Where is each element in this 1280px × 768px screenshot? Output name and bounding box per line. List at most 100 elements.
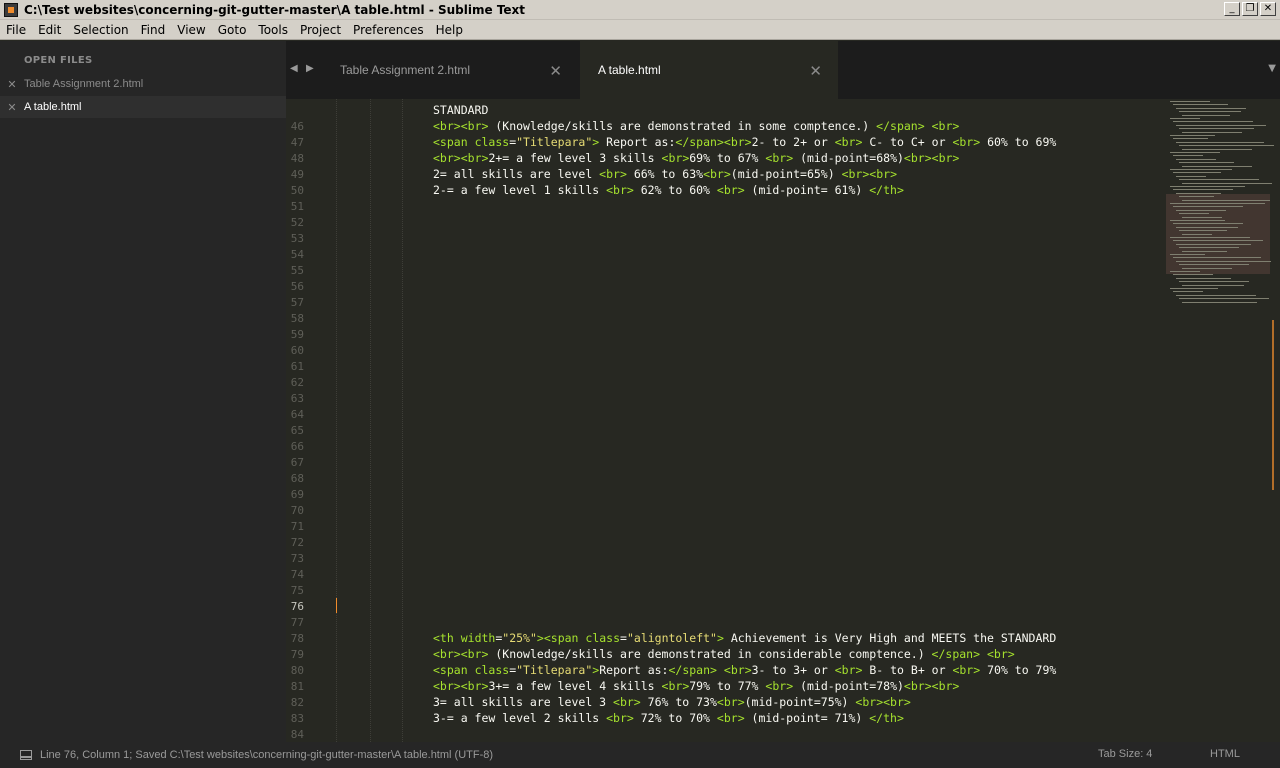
minimap-line [1179,298,1269,300]
menu-edit[interactable]: Edit [32,23,67,37]
tab-a-table[interactable]: A table.html ✕ [580,41,838,99]
panel-toggle-icon[interactable] [20,750,32,760]
minimap-line [1182,301,1257,303]
syntax-indicator[interactable]: HTML [1210,748,1240,760]
minimap-line [1170,135,1215,136]
sidebar-file-a-table[interactable]: ✕ A table.html [0,96,286,118]
tab-size-indicator[interactable]: Tab Size: 4 [1098,748,1152,760]
indent-guide [402,99,403,742]
minimap-line [1176,243,1251,245]
line-number: 78 [290,632,304,645]
line-number: 83 [290,712,304,725]
code-line: 3= all skills are level 3 <br> 76% to 73… [433,695,911,709]
line-number: 56 [290,280,304,293]
tab-bar: ◀ ▶ Table Assignment 2.html ✕ A table.ht… [286,41,1280,99]
line-number-gutter: 46 47 48 49 50 51 52 53 54 55 56 57 58 59 60 61 62 63 64 65… [286,99,332,742]
minimap-line [1170,254,1205,255]
tab-next-icon[interactable]: ▶ [306,63,314,74]
minimap-line [1176,141,1264,143]
minimap-line [1170,186,1245,187]
minimap-line [1182,233,1212,235]
line-number: 51 [290,200,304,213]
minimap-line [1179,179,1259,181]
minimap-line [1173,274,1213,276]
minimap-line [1173,189,1233,191]
line-number: 57 [290,296,304,309]
close-tab-icon[interactable]: ✕ [549,62,562,80]
code-line: <br><br>2+= a few level 3 skills <br>69%… [433,151,960,165]
line-number: 55 [290,264,304,277]
minimap-line [1179,281,1249,283]
code-line: 2-= a few level 1 skills <br> 62% to 60%… [433,183,904,197]
maximize-button[interactable]: ❐ [1242,2,1258,16]
minimap-line [1182,199,1270,201]
tab-label: A table.html [598,63,661,77]
window-title: C:\Test websites\concerning-git-gutter-m… [24,2,526,17]
sidebar: OPEN FILES ✕ Table Assignment 2.html ✕ A… [0,41,286,742]
sublime-app-icon [4,2,18,17]
tab-list-dropdown-icon[interactable]: ▼ [1268,63,1276,74]
minimap-line [1170,271,1200,272]
line-number: 58 [290,312,304,325]
line-number: 66 [290,440,304,453]
line-number: 67 [290,456,304,469]
minimap-line [1182,216,1222,218]
code-area[interactable]: STANDARD <br><br> (Knowledge/skills are d… [433,99,1166,742]
close-file-icon[interactable]: ✕ [0,101,24,114]
close-file-icon[interactable]: ✕ [0,78,24,91]
minimap-line [1170,203,1265,204]
minimap-line [1182,250,1227,252]
code-line: <span class="Titlepara">Report as:</span… [433,663,1057,677]
minimap[interactable] [1166,99,1274,742]
line-number: 82 [290,696,304,709]
minimap-line [1179,247,1239,249]
code-line: <br><br>3+= a few level 4 skills <br>79%… [433,679,960,693]
minimap-line [1179,230,1227,232]
minimize-button[interactable]: _ [1224,2,1240,16]
sidebar-file-table-assignment-2[interactable]: ✕ Table Assignment 2.html [0,73,286,95]
minimap-line [1173,104,1228,106]
line-number: 73 [290,552,304,565]
close-tab-icon[interactable]: ✕ [809,62,822,80]
minimap-line [1182,114,1230,116]
minimap-line [1179,128,1254,130]
sidebar-file-label: Table Assignment 2.html [24,78,144,90]
line-number: 77 [290,616,304,629]
minimap-line [1173,291,1203,293]
menu-view[interactable]: View [171,23,211,37]
close-window-button[interactable]: ✕ [1260,2,1276,16]
code-line: 2= all skills are level <br> 66% to 63%<… [433,167,897,181]
minimap-line [1176,209,1226,211]
minimap-line [1176,124,1266,126]
line-number: 71 [290,520,304,533]
menu-project[interactable]: Project [294,23,347,37]
minimap-line [1176,277,1231,279]
menu-preferences[interactable]: Preferences [347,23,430,37]
minimap-line [1179,145,1274,147]
menu-help[interactable]: Help [430,23,469,37]
code-line: 3-= a few level 2 skills <br> 72% to 70%… [433,711,904,725]
line-number: 70 [290,504,304,517]
vertical-scrollbar[interactable] [1272,320,1274,490]
minimap-line [1176,175,1206,177]
tab-prev-icon[interactable]: ◀ [290,63,298,74]
line-number: 59 [290,328,304,341]
line-number: 47 [290,136,304,149]
minimap-line [1176,260,1271,262]
code-editor[interactable]: 46 47 48 49 50 51 52 53 54 55 56 57 58 59 60 61 62 63 64 65… [286,99,1166,742]
menu-selection[interactable]: Selection [67,23,134,37]
menu-file[interactable]: File [0,23,32,37]
minimap-line [1173,121,1253,123]
menu-goto[interactable]: Goto [212,23,253,37]
line-number: 46 [290,120,304,133]
indent-guide [370,99,371,742]
line-number: 81 [290,680,304,693]
sidebar-file-label: A table.html [24,101,82,113]
minimap-line [1182,267,1232,269]
code-line: <span class="Titlepara"> Report as:</spa… [433,135,1057,149]
menu-tools[interactable]: Tools [252,23,294,37]
tab-table-assignment-2[interactable]: Table Assignment 2.html ✕ [326,41,578,99]
line-number: 75 [290,584,304,597]
menu-find[interactable]: Find [135,23,172,37]
minimap-line [1170,152,1220,153]
